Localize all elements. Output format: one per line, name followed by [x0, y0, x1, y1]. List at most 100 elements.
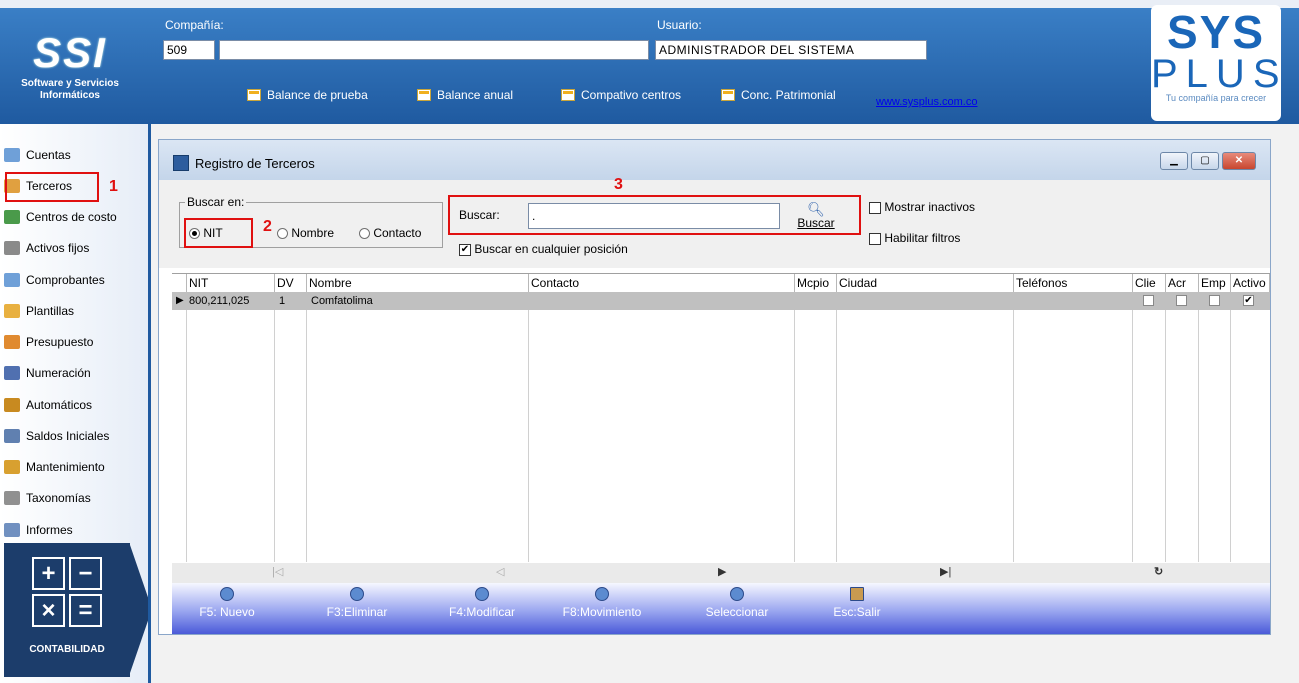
radio-nombre-label: Nombre	[291, 226, 335, 240]
action-toolbar: F5: Nuevo F3:Eliminar F4:Modificar F8:Mo…	[172, 583, 1270, 634]
wand-icon	[4, 398, 20, 412]
company-code-field[interactable]: 509	[163, 40, 215, 60]
link-balance-anual[interactable]: Balance anual	[417, 88, 513, 102]
terceros-grid[interactable]: NIT DV Nombre Contacto Mcpio Ciudad Telé…	[172, 273, 1270, 563]
sidebar-item-numeracion[interactable]: Numeración	[4, 360, 91, 386]
window-titlebar[interactable]: Registro de Terceros ▁ ▢ ✕	[159, 140, 1270, 180]
company-name-field[interactable]	[219, 40, 649, 60]
prev-record-icon[interactable]: ◁	[496, 565, 504, 578]
link-label: Compativo centros	[581, 88, 682, 102]
sidebar-item-presupuesto[interactable]: Presupuesto	[4, 329, 93, 355]
user-field: ADMINISTRADOR DEL SISTEMA	[655, 40, 927, 60]
next-record-icon[interactable]: ▶	[718, 565, 726, 578]
habilitar-filtros-checkbox[interactable]: Habilitar filtros	[869, 231, 960, 245]
checkbox-emp[interactable]	[1209, 295, 1220, 306]
link-label: Conc. Patrimonial	[741, 88, 836, 102]
close-button[interactable]: ✕	[1222, 152, 1256, 170]
minus-symbol: −	[69, 557, 102, 590]
eliminar-label: F3:Eliminar	[326, 605, 388, 619]
ssi-logo-subtitle: Software y Servicios Informáticos	[21, 78, 119, 101]
link-label: Balance anual	[437, 88, 514, 102]
column-header-clie[interactable]: Clie	[1133, 274, 1166, 292]
movimiento-button[interactable]: F8:Movimiento	[552, 587, 652, 619]
printer-icon	[4, 523, 20, 537]
link-label: Balance de prueba	[267, 88, 368, 102]
radio-contacto-label: Contacto	[373, 226, 422, 240]
column-header-mcpio[interactable]: Mcpio	[795, 274, 837, 292]
company-label: Compañía:	[165, 18, 224, 32]
link-conc-patrimonial[interactable]: Conc. Patrimonial	[721, 88, 836, 102]
search-form: Buscar en: NIT Nombre Contacto 2 Buscar:…	[159, 176, 1270, 268]
grid-column	[307, 292, 529, 562]
eliminar-button[interactable]: F3:Eliminar	[317, 587, 397, 619]
window-title: Registro de Terceros	[195, 156, 315, 171]
cell-nombre: Comfatolima	[311, 295, 373, 307]
sidebar-item-label: Saldos Iniciales	[26, 429, 110, 443]
modificar-button[interactable]: F4:Modificar	[437, 587, 527, 619]
seleccionar-label: Seleccionar	[705, 605, 769, 619]
column-header-dv[interactable]: DV	[275, 274, 307, 292]
app-header: SSI Software y Servicios Informáticos Co…	[0, 8, 1299, 124]
column-header-nombre[interactable]: Nombre	[307, 274, 529, 292]
column-header-nit[interactable]: NIT	[187, 274, 275, 292]
table-icon	[4, 148, 20, 162]
sigma-icon	[4, 491, 20, 505]
mostrar-inactivos-checkbox[interactable]: Mostrar inactivos	[869, 200, 975, 214]
any-position-checkbox[interactable]: ✔ Buscar en cualquier posición	[459, 242, 628, 256]
sidebar-item-taxonomias[interactable]: Taxonomías	[4, 485, 91, 511]
sidebar-item-plantillas[interactable]: Plantillas	[4, 298, 74, 324]
website-link[interactable]: www.sysplus.com.co	[876, 96, 977, 108]
radio-icon	[277, 228, 288, 240]
refresh-icon[interactable]: ↻	[1154, 565, 1163, 578]
grid-column	[1014, 292, 1133, 562]
first-record-icon[interactable]: |◁	[272, 565, 283, 578]
sidebar-item-saldos-iniciales[interactable]: Saldos Iniciales	[4, 423, 109, 449]
contabilidad-module-tile[interactable]: + − × = CONTABILIDAD	[4, 543, 130, 677]
link-balance-prueba[interactable]: Balance de prueba	[247, 88, 368, 102]
nuevo-button[interactable]: F5: Nuevo	[192, 587, 262, 619]
sidebar-item-mantenimiento[interactable]: Mantenimiento	[4, 454, 105, 480]
sidebar-item-label: Taxonomías	[26, 491, 91, 505]
sidebar-item-activos-fijos[interactable]: Activos fijos	[4, 235, 89, 261]
annotation-box-2	[184, 218, 253, 248]
door-exit-icon	[850, 587, 864, 601]
checkbox-activo[interactable]: ✔	[1243, 295, 1254, 306]
grid-column	[1166, 292, 1199, 562]
sidebar-item-cuentas[interactable]: Cuentas	[4, 142, 71, 168]
annotation-box-3	[448, 195, 861, 235]
column-header-telefonos[interactable]: Teléfonos	[1014, 274, 1133, 292]
last-record-icon[interactable]: ▶|	[940, 565, 951, 578]
app-window-icon	[173, 155, 189, 171]
column-header-contacto[interactable]: Contacto	[529, 274, 795, 292]
sidebar-item-comprobantes[interactable]: Comprobantes	[4, 267, 105, 293]
checkbox-icon	[869, 201, 881, 214]
user-remove-icon	[350, 587, 364, 601]
link-compativo-centros[interactable]: Compativo centros	[561, 88, 681, 102]
table-row[interactable]: ▶ 800,211,025 1 Comfatolima ✔	[172, 292, 1270, 310]
seleccionar-button[interactable]: Seleccionar	[692, 587, 782, 619]
sysplus-logo-bottom: PLUS	[1151, 52, 1288, 96]
maximize-button[interactable]: ▢	[1191, 152, 1219, 170]
sidebar-item-informes[interactable]: Informes	[4, 517, 73, 543]
sidebar-item-automaticos[interactable]: Automáticos	[4, 392, 92, 418]
user-label: Usuario:	[657, 18, 702, 32]
equals-symbol: =	[69, 594, 102, 627]
column-header-ciudad[interactable]: Ciudad	[837, 274, 1014, 292]
user-select-icon	[730, 587, 744, 601]
sheet-icon	[417, 89, 431, 101]
registro-terceros-window: Registro de Terceros ▁ ▢ ✕ Buscar en: NI…	[158, 139, 1271, 635]
column-header-acr[interactable]: Acr	[1166, 274, 1199, 292]
checkbox-acr[interactable]	[1176, 295, 1187, 306]
cell-nit: 800,211,025	[189, 295, 250, 307]
column-header-activo[interactable]: Activo	[1231, 274, 1270, 292]
grid-column	[529, 292, 795, 562]
salir-button[interactable]: Esc:Salir	[822, 587, 892, 619]
column-header-emp[interactable]: Emp	[1199, 274, 1231, 292]
sidebar-item-label: Comprobantes	[26, 273, 105, 287]
grid-column	[795, 292, 837, 562]
radio-contacto[interactable]: Contacto	[359, 226, 421, 240]
minimize-button[interactable]: ▁	[1160, 152, 1188, 170]
radio-nombre[interactable]: Nombre	[277, 226, 334, 240]
sidebar-item-centros-costo[interactable]: Centros de costo	[4, 204, 117, 230]
checkbox-clie[interactable]	[1143, 295, 1154, 306]
